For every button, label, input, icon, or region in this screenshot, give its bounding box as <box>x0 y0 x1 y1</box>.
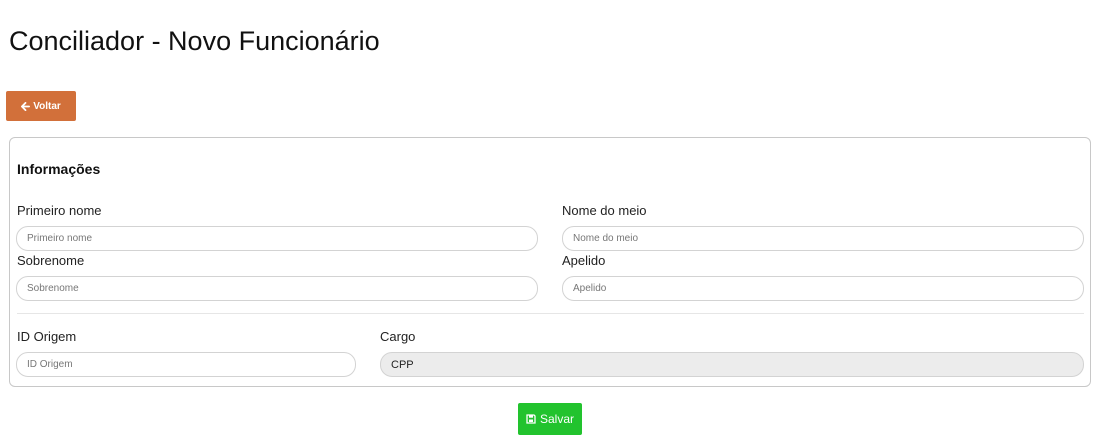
back-button[interactable]: Voltar <box>6 91 76 121</box>
section-title: Informações <box>17 161 101 177</box>
last-name-input[interactable] <box>16 276 538 301</box>
save-button[interactable]: Salvar <box>518 403 582 435</box>
floppy-disk-icon <box>526 414 536 424</box>
arrow-left-icon <box>21 101 31 111</box>
middle-name-input[interactable] <box>562 226 1084 251</box>
nickname-input[interactable] <box>562 276 1084 301</box>
nickname-label: Apelido <box>562 253 606 268</box>
employee-form-card: Informações Primeiro nome Nome do meio S… <box>9 137 1091 387</box>
divider <box>17 313 1084 314</box>
position-label: Cargo <box>380 329 416 344</box>
middle-name-label: Nome do meio <box>562 203 647 218</box>
first-name-label: Primeiro nome <box>17 203 102 218</box>
origin-id-input[interactable] <box>16 352 356 377</box>
save-button-label: Salvar <box>539 412 574 426</box>
page-title: Conciliador - Novo Funcionário <box>9 26 380 56</box>
position-input[interactable] <box>380 352 1084 377</box>
last-name-label: Sobrenome <box>17 253 85 268</box>
origin-id-label: ID Origem <box>17 329 77 344</box>
first-name-input[interactable] <box>16 226 538 251</box>
back-button-label: Voltar <box>33 100 61 112</box>
